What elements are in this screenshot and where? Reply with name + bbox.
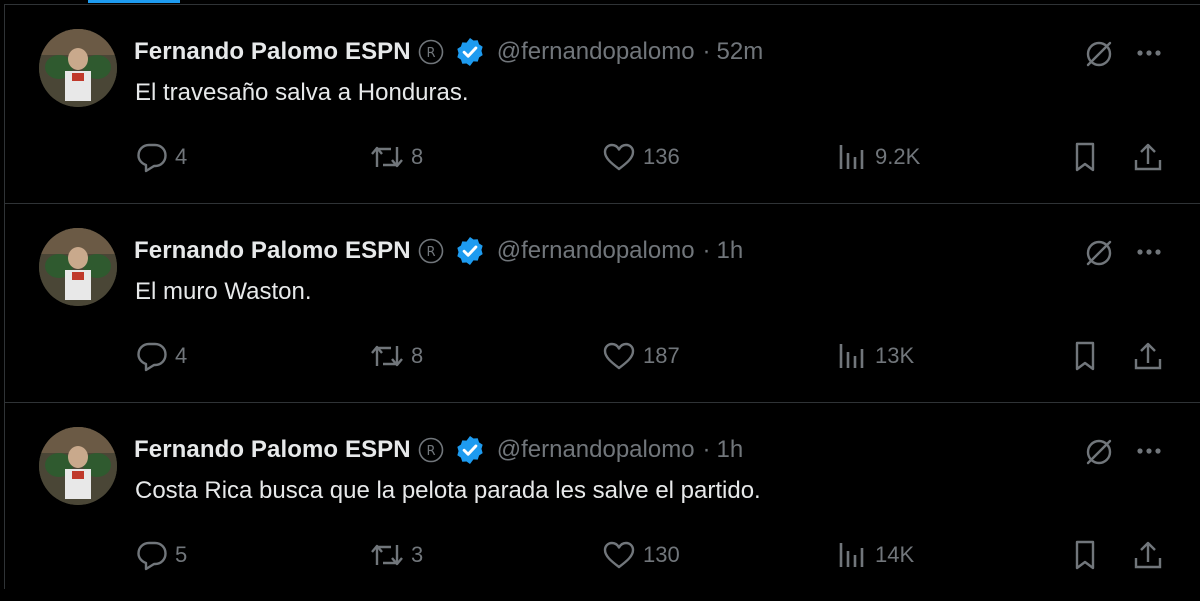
heart-icon	[601, 141, 637, 173]
reply-count: 4	[175, 144, 188, 169]
more-options-icon[interactable]	[1131, 38, 1167, 68]
reply-count: 5	[175, 542, 188, 567]
share-icon	[1131, 140, 1165, 174]
like-button[interactable]: 136	[601, 139, 680, 175]
more-options-icon[interactable]	[1131, 237, 1167, 267]
tab-active-indicator	[88, 0, 180, 3]
views-chart-icon	[835, 340, 869, 372]
author-name[interactable]: Fernando Palomo ESPN	[134, 237, 411, 265]
tweet-text: El muro Waston.	[135, 278, 312, 305]
retweet-button[interactable]: 3	[369, 537, 423, 573]
retweet-count: 8	[411, 343, 424, 368]
meta-separator: ·	[702, 436, 711, 463]
retweet-icon	[369, 340, 405, 372]
like-count: 187	[643, 343, 680, 368]
reply-count: 4	[175, 343, 188, 368]
views-count: 14K	[875, 542, 915, 567]
share-icon	[1131, 339, 1165, 373]
share-icon	[1131, 538, 1165, 572]
tweet-timestamp[interactable]: 1h	[717, 237, 744, 265]
reply-icon	[135, 340, 169, 372]
views-button[interactable]: 14K	[835, 537, 914, 573]
like-count: 136	[643, 144, 680, 169]
like-button[interactable]: 130	[601, 537, 680, 573]
reply-icon	[135, 539, 169, 571]
author-name[interactable]: Fernando Palomo ESPN	[134, 38, 411, 66]
author-handle[interactable]: @fernandopalomo	[497, 436, 695, 464]
tweet-timestamp[interactable]: 52m	[717, 38, 764, 66]
share-button[interactable]	[1131, 338, 1165, 374]
tweet-text: Costa Rica busca que la pelota parada le…	[135, 477, 761, 504]
verified-badge-icon[interactable]	[453, 433, 487, 467]
bookmark-button[interactable]	[1069, 537, 1101, 573]
tweet[interactable]: Fernando Palomo ESPN R @fernandopalomo ·…	[5, 204, 1200, 403]
registered-mark-icon: R	[417, 237, 445, 265]
tweet-feed: Fernando Palomo ESPN R @fernandopalomo ·…	[4, 4, 1200, 589]
bookmark-button[interactable]	[1069, 338, 1101, 374]
bookmark-button[interactable]	[1069, 139, 1101, 175]
views-button[interactable]: 13K	[835, 338, 914, 374]
svg-text:R: R	[426, 46, 435, 61]
share-button[interactable]	[1131, 139, 1165, 175]
retweet-count: 8	[411, 144, 424, 169]
bookmark-icon	[1069, 140, 1101, 174]
heart-icon	[601, 539, 637, 571]
views-button[interactable]: 9.2K	[835, 139, 920, 175]
views-count: 9.2K	[875, 144, 921, 169]
more-options-icon[interactable]	[1131, 436, 1167, 466]
heart-icon	[601, 340, 637, 372]
retweet-count: 3	[411, 542, 424, 567]
verified-badge-icon[interactable]	[453, 234, 487, 268]
verified-badge-icon[interactable]	[453, 35, 487, 69]
avatar[interactable]	[39, 29, 117, 107]
tweet[interactable]: Fernando Palomo ESPN R @fernandopalomo ·…	[5, 5, 1200, 204]
retweet-button[interactable]: 8	[369, 338, 423, 374]
svg-text:R: R	[426, 245, 435, 260]
reply-button[interactable]: 5	[135, 537, 187, 573]
tweet[interactable]: Fernando Palomo ESPN R @fernandopalomo ·…	[5, 403, 1200, 601]
retweet-icon	[369, 141, 405, 173]
meta-separator: ·	[702, 237, 711, 264]
reply-icon	[135, 141, 169, 173]
author-name[interactable]: Fernando Palomo ESPN	[134, 436, 411, 464]
views-chart-icon	[835, 141, 869, 173]
retweet-button[interactable]: 8	[369, 139, 423, 175]
like-count: 130	[643, 542, 680, 567]
grok-icon[interactable]	[1082, 435, 1116, 469]
meta-separator: ·	[702, 38, 711, 65]
reply-button[interactable]: 4	[135, 338, 187, 374]
share-button[interactable]	[1131, 537, 1165, 573]
bookmark-icon	[1069, 339, 1101, 373]
grok-icon[interactable]	[1082, 37, 1116, 71]
views-count: 13K	[875, 343, 915, 368]
grok-icon[interactable]	[1082, 236, 1116, 270]
reply-button[interactable]: 4	[135, 139, 187, 175]
author-handle[interactable]: @fernandopalomo	[497, 38, 695, 66]
avatar[interactable]	[39, 427, 117, 505]
registered-mark-icon: R	[417, 436, 445, 464]
tweet-text: El travesaño salva a Honduras.	[135, 79, 469, 106]
retweet-icon	[369, 539, 405, 571]
registered-mark-icon: R	[417, 38, 445, 66]
svg-text:R: R	[426, 444, 435, 459]
like-button[interactable]: 187	[601, 338, 680, 374]
tweet-timestamp[interactable]: 1h	[717, 436, 744, 464]
avatar[interactable]	[39, 228, 117, 306]
views-chart-icon	[835, 539, 869, 571]
bookmark-icon	[1069, 538, 1101, 572]
author-handle[interactable]: @fernandopalomo	[497, 237, 695, 265]
